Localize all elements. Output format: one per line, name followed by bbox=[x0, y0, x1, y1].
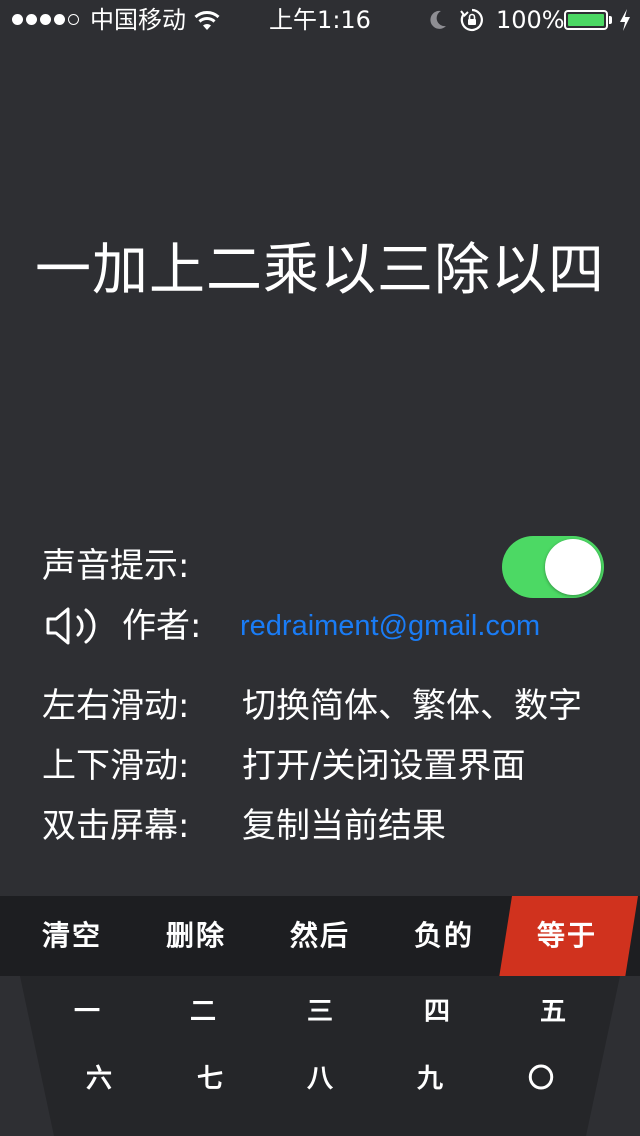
key-seven[interactable]: 七 bbox=[165, 1059, 255, 1099]
status-bar: 中国移动 上午1:16 100% bbox=[0, 0, 640, 40]
double-tap-label: 双击屏幕: bbox=[42, 806, 190, 846]
key-five[interactable]: 五 bbox=[508, 992, 598, 1032]
double-tap-description: 复制当前结果 bbox=[242, 806, 446, 846]
key-one[interactable]: 一 bbox=[42, 992, 132, 1032]
battery-icon bbox=[564, 10, 608, 30]
moon-icon bbox=[430, 10, 446, 29]
then-button[interactable]: 然后 bbox=[258, 896, 382, 976]
swipe-ud-label: 上下滑动: bbox=[42, 746, 190, 786]
swipe-ud-description: 打开/关闭设置界面 bbox=[242, 746, 526, 786]
swipe-lr-description: 切换简体、繁体、数字 bbox=[242, 686, 582, 726]
author-label: 作者: bbox=[122, 606, 202, 646]
rotation-lock-icon bbox=[460, 8, 483, 32]
key-four[interactable]: 四 bbox=[392, 992, 482, 1032]
swipe-lr-label: 左右滑动: bbox=[42, 686, 190, 726]
negative-button[interactable]: 负的 bbox=[382, 896, 506, 976]
equals-button[interactable]: 等于 bbox=[505, 896, 629, 976]
app-screen: 中国移动 上午1:16 100% 一加上二乘以三除以四 声音提示: 作者: re… bbox=[0, 0, 640, 1136]
key-eight[interactable]: 八 bbox=[275, 1059, 365, 1099]
battery-percent: 100% bbox=[496, 6, 565, 34]
key-two[interactable]: 二 bbox=[158, 992, 248, 1032]
clear-button[interactable]: 清空 bbox=[10, 896, 134, 976]
sound-toggle[interactable] bbox=[502, 536, 604, 598]
charging-icon bbox=[620, 9, 630, 31]
key-three[interactable]: 三 bbox=[275, 992, 365, 1032]
delete-button[interactable]: 删除 bbox=[134, 896, 258, 976]
battery-nub bbox=[609, 16, 612, 24]
expression-display[interactable]: 一加上二乘以三除以四 bbox=[0, 236, 640, 306]
author-email-link[interactable]: redraiment@gmail.com bbox=[240, 604, 540, 648]
key-zero[interactable]: 〇 bbox=[496, 1059, 586, 1099]
speaker-icon[interactable] bbox=[44, 604, 96, 648]
key-six[interactable]: 六 bbox=[54, 1059, 144, 1099]
battery-fill bbox=[568, 14, 604, 26]
key-nine[interactable]: 九 bbox=[385, 1059, 475, 1099]
toggle-knob bbox=[545, 539, 601, 595]
sound-hint-label: 声音提示: bbox=[42, 546, 190, 586]
